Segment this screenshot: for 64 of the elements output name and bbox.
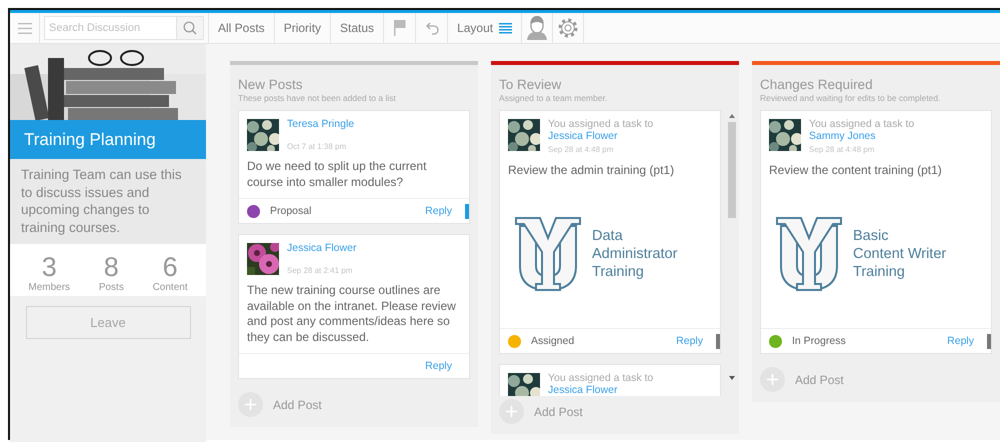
- column-subtitle: These posts have not been added to a list: [238, 93, 397, 103]
- add-post-button[interactable]: [238, 392, 263, 417]
- add-post-label: Add Post: [273, 398, 322, 412]
- column-title: To Review: [499, 77, 562, 92]
- stat-label: Posts: [98, 282, 124, 293]
- column-title: New Posts: [238, 77, 304, 92]
- attachment-title: Data Administrator Training: [592, 227, 678, 281]
- reply-link[interactable]: Reply: [947, 335, 974, 347]
- search-field[interactable]: Search Discussion: [44, 16, 176, 40]
- group-title: Training Planning: [10, 120, 206, 159]
- settings-icon[interactable]: [558, 18, 578, 38]
- attachment-title: Basic Content Writer Training: [853, 227, 946, 281]
- assignee-link[interactable]: Jessica Flower: [548, 130, 618, 142]
- stat-label: Members: [28, 282, 70, 293]
- search-icon: [183, 21, 197, 35]
- stat-label: Content: [152, 282, 188, 293]
- reply-link[interactable]: Reply: [425, 205, 452, 217]
- stat-value: 6: [162, 252, 178, 282]
- add-post-button[interactable]: [499, 399, 524, 424]
- search-button[interactable]: [176, 16, 204, 40]
- post-date: Sep 28 at 2:41 pm: [287, 264, 354, 276]
- user-icon[interactable]: [527, 16, 548, 40]
- reply-link[interactable]: Reply: [676, 335, 703, 347]
- post-text: Review the content training (pt1): [768, 162, 943, 178]
- stat-value: 3: [42, 252, 57, 282]
- toolbar-tab[interactable]: Status: [331, 13, 384, 43]
- flag-icon[interactable]: [394, 20, 406, 36]
- task-assignment-text: You assigned a task to Jessica Flower: [548, 372, 654, 396]
- reply-link[interactable]: Reply: [425, 360, 452, 372]
- scroll-thumb[interactable]: [728, 122, 736, 218]
- column-subtitle: Assigned to a team member.: [499, 93, 608, 103]
- scroll-down-icon[interactable]: [729, 376, 735, 380]
- task-assignment-text: You assigned a task to Sammy Jones: [809, 118, 914, 142]
- assignee-link[interactable]: Sammy Jones: [809, 130, 876, 142]
- layout-button[interactable]: Layout: [448, 13, 522, 43]
- task-assignment-text: You assigned a task to Jessica Flower: [548, 118, 654, 142]
- assignee-link[interactable]: Jessica Flower: [548, 384, 618, 396]
- author-link[interactable]: Jessica Flower: [287, 242, 356, 254]
- add-post-button[interactable]: [760, 367, 785, 392]
- status-label: Proposal: [270, 205, 312, 217]
- status-label: In Progress: [792, 335, 846, 347]
- column-subtitle: Reviewed and waiting for edits to be completed.: [760, 93, 942, 103]
- group-description: Training Team can use this to discuss issues and upcoming changes to training courses.: [10, 159, 206, 244]
- add-post-label: Add Post: [795, 372, 844, 386]
- undo-icon[interactable]: [424, 21, 439, 35]
- author-link[interactable]: Teresa Pringle: [287, 118, 354, 130]
- toolbar-tab[interactable]: All Posts: [209, 13, 275, 43]
- post-date: Sep 28 at 4:48 pm: [548, 144, 614, 156]
- scroll-up-icon[interactable]: [729, 114, 735, 118]
- plus-icon: [767, 374, 778, 385]
- list-icon: [499, 22, 512, 34]
- plus-icon: [245, 399, 256, 410]
- add-post-label: Add Post: [534, 404, 583, 418]
- stat-value: 8: [104, 252, 119, 282]
- column-title: Changes Required: [760, 77, 874, 92]
- menu-icon[interactable]: [18, 22, 32, 34]
- post-text: The new training course outlines are available on the intranet. Please review and post any comments/ideas here so they can be discussed.: [246, 282, 457, 346]
- status-label: Assigned: [531, 335, 574, 347]
- toolbar-tab[interactable]: Priority: [274, 13, 332, 43]
- post-date: Sep 28 at 4:48 pm: [809, 144, 876, 156]
- post-date: Oct 7 at 1:38 pm: [287, 140, 348, 152]
- post-text: Review the admin training (pt1): [507, 162, 676, 178]
- post-text: Do we need to split up the current course into smaller modules?: [246, 158, 428, 190]
- plus-icon: [506, 406, 517, 417]
